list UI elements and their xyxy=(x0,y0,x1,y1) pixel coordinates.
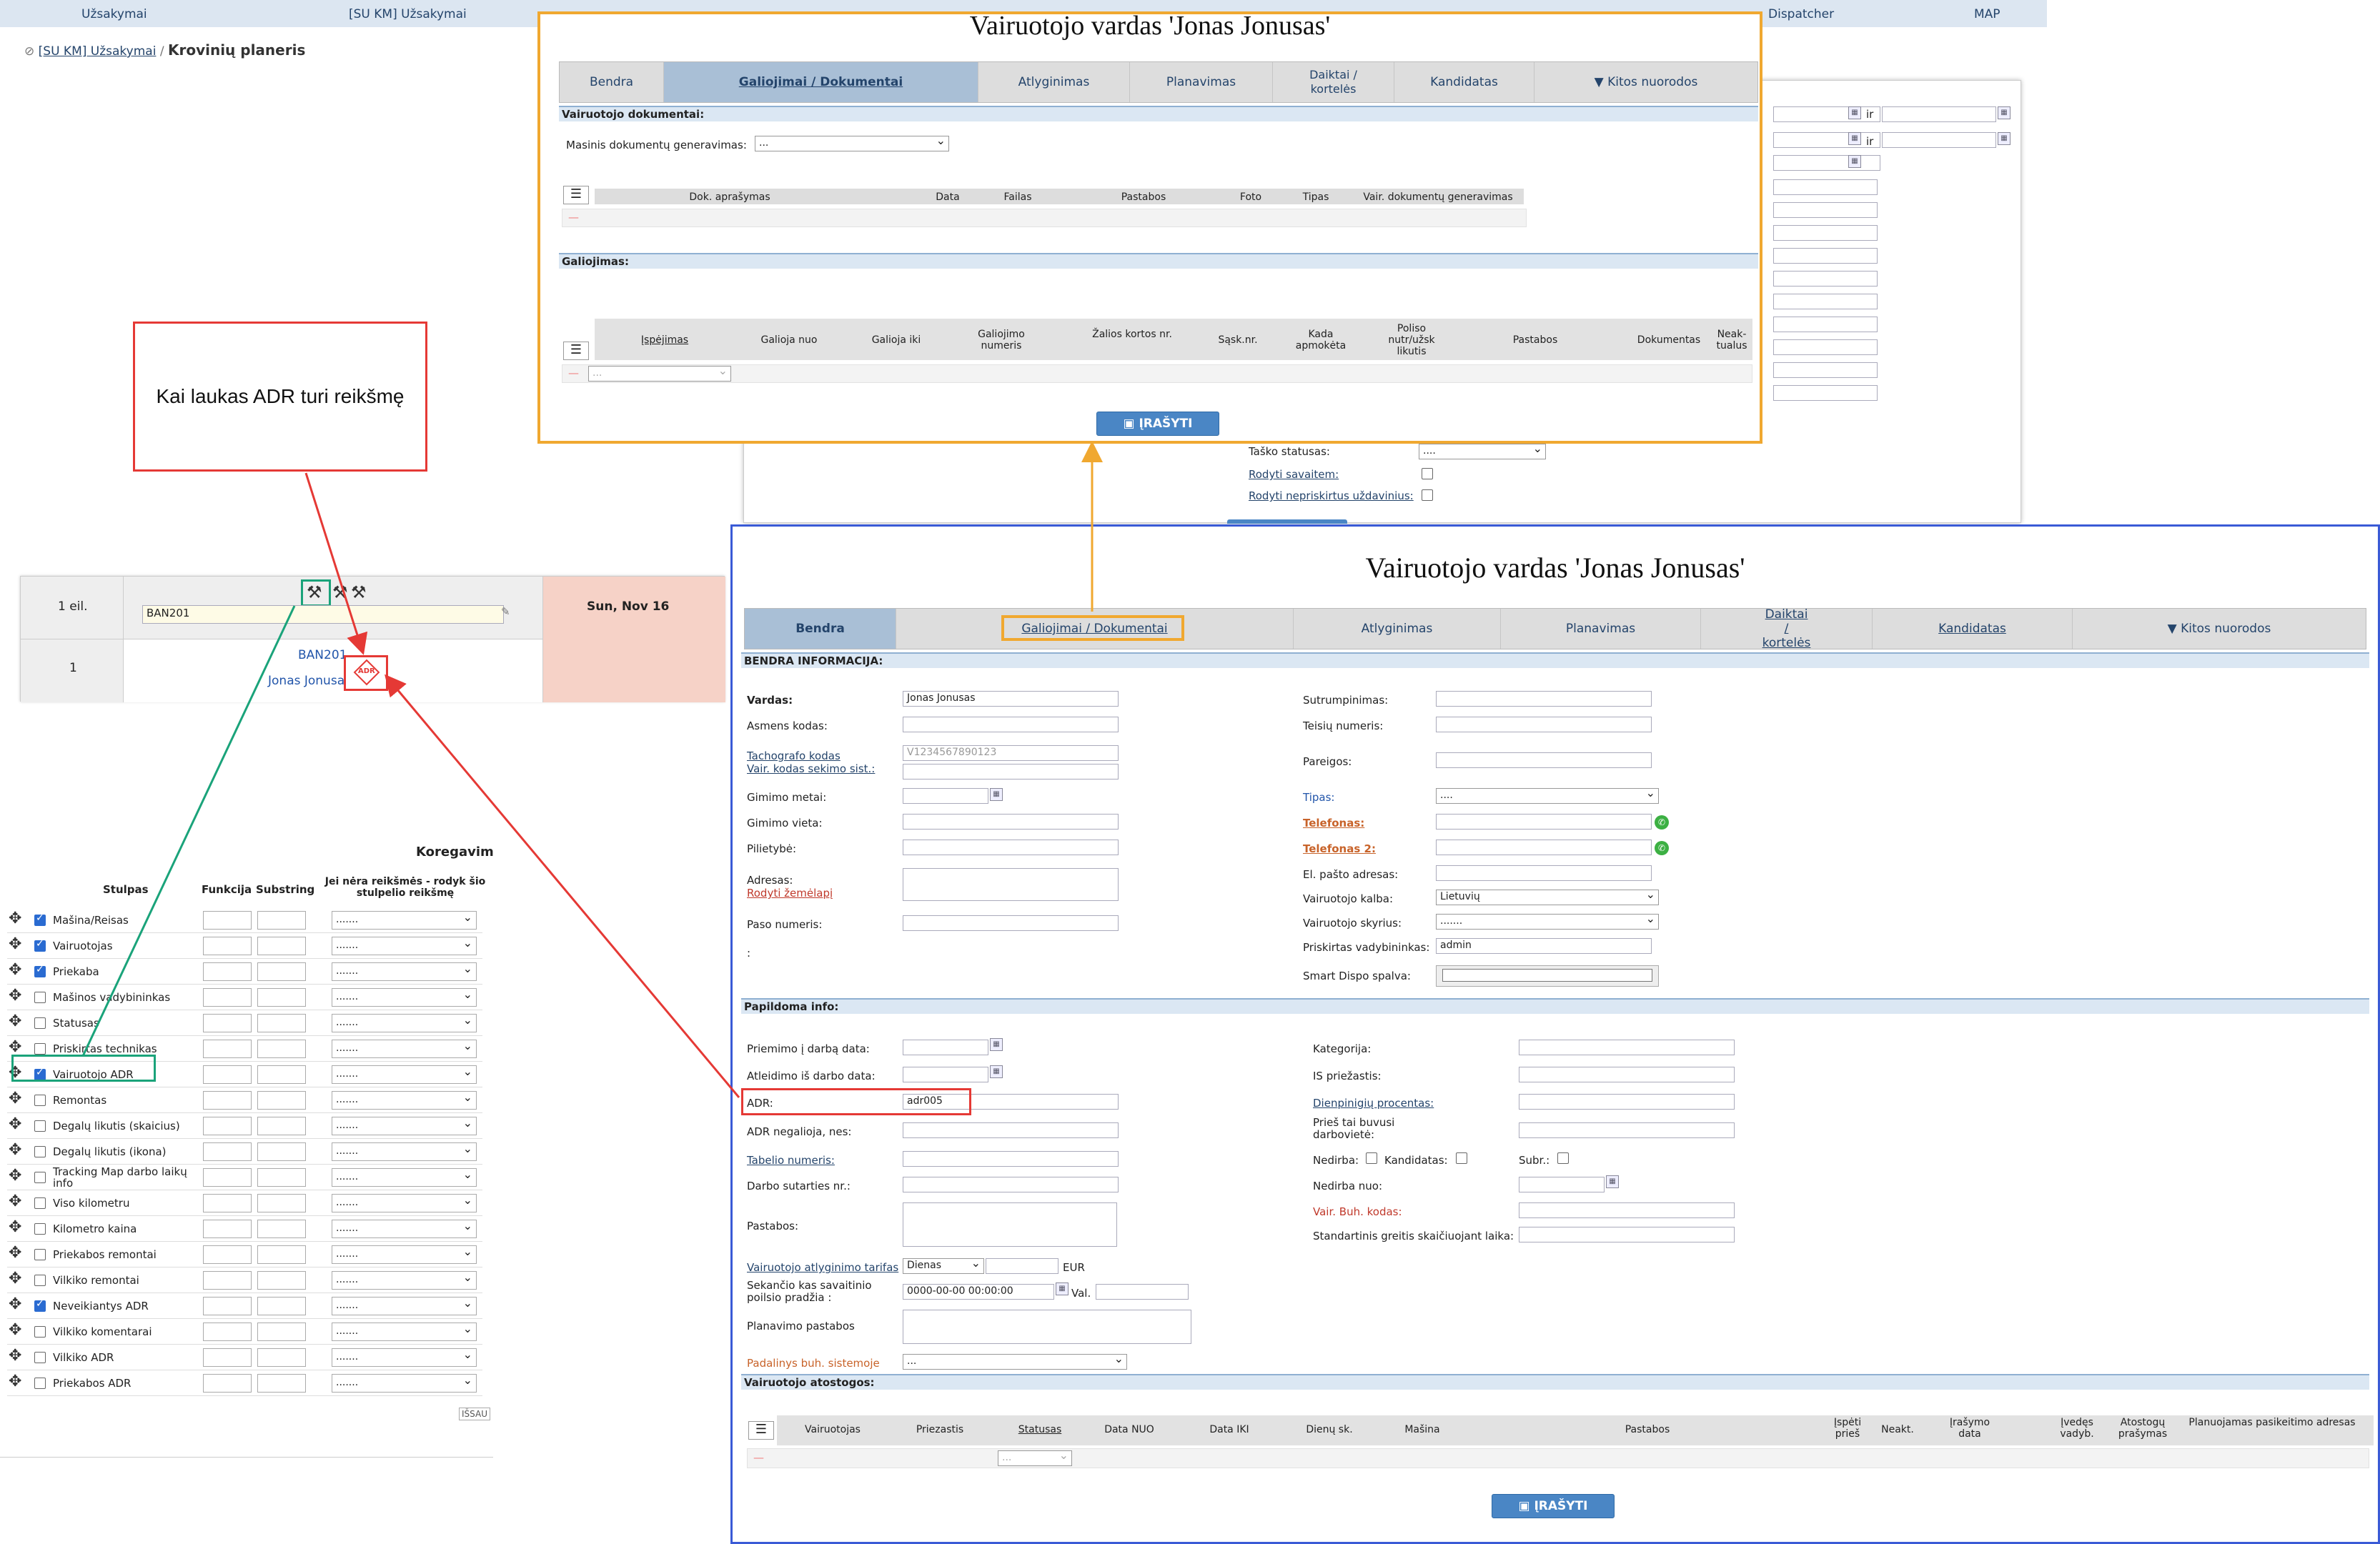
annotation-arrows xyxy=(81,441,1103,1098)
arrow-adr-field-to-badge xyxy=(385,674,740,1098)
arrow-tools-to-column xyxy=(81,605,296,1057)
arrow-callout-to-badge xyxy=(304,472,368,655)
